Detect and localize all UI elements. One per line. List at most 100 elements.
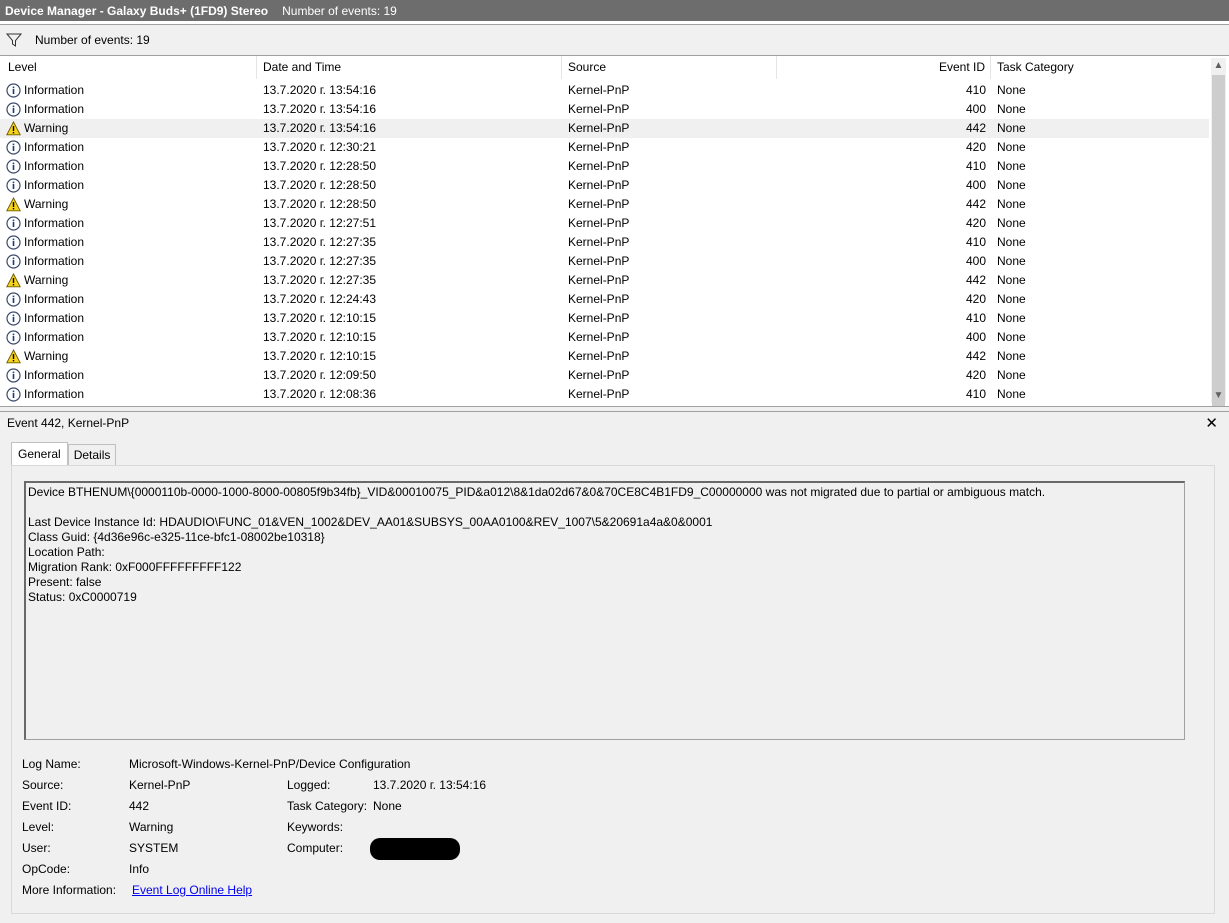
table-row[interactable]: Information 13.7.2020 г. 12:27:51 Kernel-P…: [0, 214, 1209, 233]
cell-level: Information: [0, 290, 257, 309]
scrollbar-thumb[interactable]: [1212, 75, 1225, 406]
column-header-level[interactable]: Level: [0, 56, 257, 79]
table-row[interactable]: Information 13.7.2020 г. 12:28:50 Kernel-P…: [0, 176, 1209, 195]
info-icon: [6, 216, 21, 231]
cell-level: Warning: [0, 119, 257, 138]
info-icon: [6, 368, 21, 383]
title-separator: [0, 21, 1229, 25]
table-row[interactable]: Information 13.7.2020 г. 12:28:50 Kernel-P…: [0, 157, 1209, 176]
cell-date: 13.7.2020 г. 12:28:50: [263, 197, 377, 211]
prop-user-label: User:: [22, 841, 51, 855]
prop-log-name-value: Microsoft-Windows-Kernel-PnP/Device Conf…: [129, 757, 411, 771]
cell-source: Kernel-PnP: [568, 368, 630, 382]
filter-icon[interactable]: [6, 32, 22, 48]
table-row[interactable]: Warning 13.7.2020 г. 12:27:35 Kernel-PnP 44…: [0, 271, 1209, 290]
table-row[interactable]: Warning 13.7.2020 г. 12:10:15 Kernel-PnP 44…: [0, 347, 1209, 366]
cell-event-id: 410: [965, 311, 986, 325]
level-text: Information: [24, 140, 85, 154]
level-text: Warning: [24, 273, 69, 287]
prop-opcode-label: OpCode:: [22, 862, 71, 876]
column-header-source[interactable]: Source: [562, 56, 777, 79]
warning-icon: [6, 121, 21, 136]
info-icon: [6, 292, 21, 307]
cell-level: Information: [0, 366, 257, 385]
event-log-online-help-link[interactable]: Event Log Online Help: [132, 883, 252, 897]
cell-task-category: None: [997, 159, 1026, 173]
cell-event-id: 442: [965, 273, 986, 287]
cell-source: Kernel-PnP: [568, 235, 630, 249]
vertical-scrollbar[interactable]: ▲ ▼: [1211, 58, 1226, 406]
event-rows: Information 13.7.2020 г. 13:54:16 Kernel-P…: [0, 81, 1209, 404]
cell-source: Kernel-PnP: [568, 159, 630, 173]
pane-splitter[interactable]: [0, 407, 1229, 410]
table-row[interactable]: Information 13.7.2020 г. 12:10:15 Kernel-P…: [0, 309, 1209, 328]
cell-date: 13.7.2020 г. 12:27:51: [263, 216, 377, 230]
close-icon[interactable]: ✕: [1205, 414, 1218, 432]
table-row[interactable]: Information 13.7.2020 г. 12:24:43 Kernel-P…: [0, 290, 1209, 309]
level-text: Information: [24, 102, 85, 116]
column-header-date[interactable]: Date and Time: [257, 56, 562, 79]
cell-date: 13.7.2020 г. 12:10:15: [263, 349, 377, 363]
level-text: Information: [24, 387, 85, 401]
cell-level: Warning: [0, 195, 257, 214]
event-description[interactable]: Device BTHENUM\{0000110b-0000-1000-8000-…: [24, 481, 1185, 740]
cell-event-id: 442: [965, 349, 986, 363]
description-line: Device BTHENUM\{0000110b-0000-1000-8000-…: [28, 485, 1046, 499]
cell-event-id: 420: [965, 216, 986, 230]
table-row[interactable]: Information 13.7.2020 г. 12:08:36 Kernel-P…: [0, 385, 1209, 404]
column-header-task-category[interactable]: Task Category: [991, 56, 1209, 79]
table-row[interactable]: Warning 13.7.2020 г. 12:28:50 Kernel-PnP 44…: [0, 195, 1209, 214]
cell-source: Kernel-PnP: [568, 273, 630, 287]
prop-event-id-label: Event ID:: [22, 799, 72, 813]
cell-level: Warning: [0, 271, 257, 290]
cell-date: 13.7.2020 г. 12:09:50: [263, 368, 377, 382]
level-text: Information: [24, 311, 85, 325]
cell-date: 13.7.2020 г. 12:10:15: [263, 330, 377, 344]
cell-level: Information: [0, 328, 257, 347]
column-header-event-id[interactable]: Event ID: [777, 56, 991, 79]
prop-computer-label: Computer:: [287, 841, 344, 855]
cell-level: Information: [0, 100, 257, 119]
detail-tabs: General Details: [11, 442, 117, 466]
cell-event-id: 400: [965, 254, 986, 268]
prop-level-value: Warning: [129, 820, 174, 834]
cell-event-id: 410: [965, 387, 986, 401]
cell-source: Kernel-PnP: [568, 349, 630, 363]
cell-level: Information: [0, 157, 257, 176]
cell-event-id: 420: [965, 368, 986, 382]
cell-source: Kernel-PnP: [568, 330, 630, 344]
scroll-down-arrow-icon[interactable]: ▼: [1211, 388, 1226, 403]
prop-source-value: Kernel-PnP: [129, 778, 191, 792]
cell-level: Information: [0, 214, 257, 233]
info-icon: [6, 387, 21, 402]
level-text: Information: [24, 292, 85, 306]
prop-more-info-label: More Information:: [22, 883, 117, 897]
cell-task-category: None: [997, 349, 1026, 363]
tab-details[interactable]: Details: [67, 444, 117, 465]
table-row[interactable]: Information 13.7.2020 г. 13:54:16 Kernel-P…: [0, 81, 1209, 100]
table-row[interactable]: Information 13.7.2020 г. 12:09:50 Kernel-P…: [0, 366, 1209, 385]
cell-event-id: 410: [965, 235, 986, 249]
cell-level: Information: [0, 309, 257, 328]
table-row[interactable]: Information 13.7.2020 г. 12:27:35 Kernel-P…: [0, 233, 1209, 252]
cell-level: Information: [0, 138, 257, 157]
cell-task-category: None: [997, 311, 1026, 325]
scroll-up-arrow-icon[interactable]: ▲: [1211, 58, 1226, 73]
info-icon: [6, 311, 21, 326]
cell-task-category: None: [997, 102, 1026, 116]
table-row[interactable]: Information 13.7.2020 г. 13:54:16 Kernel-P…: [0, 100, 1209, 119]
filter-bar: Number of events: 19: [0, 26, 1229, 54]
info-icon: [6, 83, 21, 98]
table-row[interactable]: Information 13.7.2020 г. 12:27:35 Kernel-P…: [0, 252, 1209, 271]
cell-date: 13.7.2020 г. 12:27:35: [263, 254, 377, 268]
cell-task-category: None: [997, 121, 1026, 135]
events-grid[interactable]: Level Date and Time Source Event ID Task…: [0, 55, 1229, 407]
table-row[interactable]: Warning 13.7.2020 г. 13:54:16 Kernel-PnP 44…: [0, 119, 1209, 138]
cell-event-id: 420: [965, 292, 986, 306]
cell-level: Information: [0, 176, 257, 195]
table-row[interactable]: Information 13.7.2020 г. 12:10:15 Kernel-P…: [0, 328, 1209, 347]
table-row[interactable]: Information 13.7.2020 г. 12:30:21 Kernel-P…: [0, 138, 1209, 157]
cell-source: Kernel-PnP: [568, 197, 630, 211]
cell-task-category: None: [997, 178, 1026, 192]
tab-general[interactable]: General: [11, 442, 68, 466]
